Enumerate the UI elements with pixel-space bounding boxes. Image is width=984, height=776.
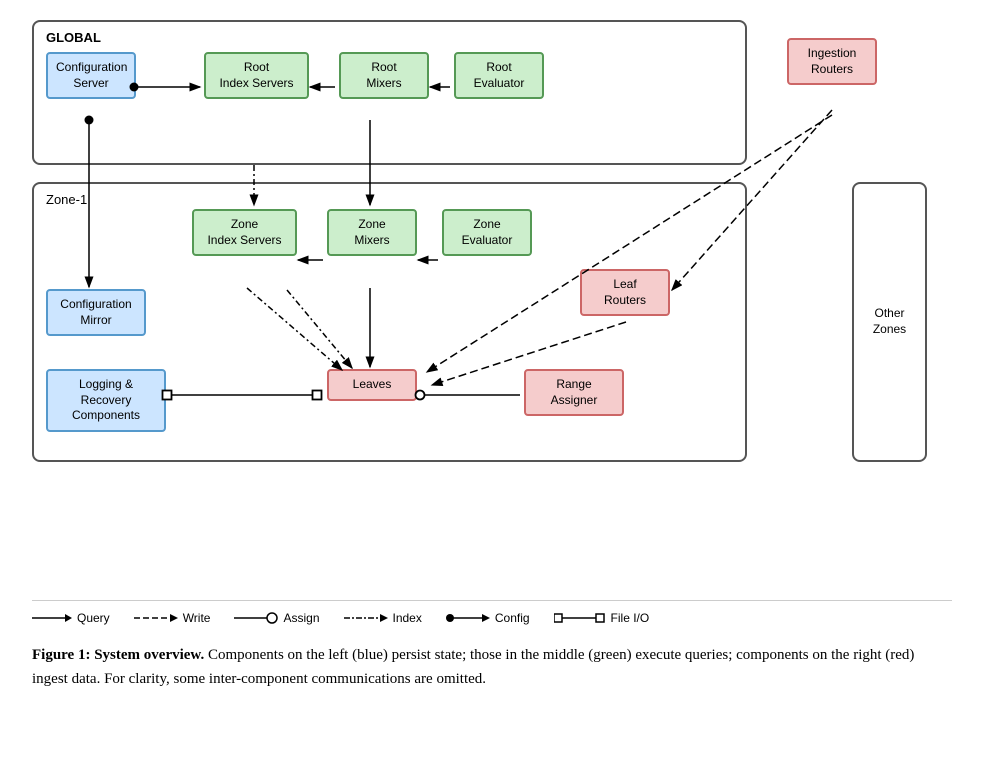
leaf-routers: Leaf Routers: [580, 269, 670, 316]
caption: Figure 1: System overview. Components on…: [32, 643, 952, 691]
global-box: GLOBAL Configuration Server Root Index S…: [32, 20, 747, 165]
legend: Query Write Assign Index: [32, 600, 952, 625]
config-mirror: Configuration Mirror: [46, 289, 146, 336]
zone-index-servers: Zone Index Servers: [192, 209, 297, 256]
legend-config: Config: [446, 611, 530, 625]
leaves: Leaves: [327, 369, 417, 401]
assign-arrow-icon: [234, 611, 278, 625]
root-index-servers: Root Index Servers: [204, 52, 309, 99]
legend-write: Write: [134, 611, 211, 625]
logging-recovery: Logging & Recovery Components: [46, 369, 166, 432]
root-mixers: Root Mixers: [339, 52, 429, 99]
zone-evaluator: Zone Evaluator: [442, 209, 532, 256]
zone1-box: Zone-1 Zone Index Servers Zone Mixers Zo…: [32, 182, 747, 462]
zone1-label: Zone-1: [46, 192, 733, 207]
index-label: Index: [393, 611, 422, 625]
caption-title: System overview.: [94, 647, 204, 663]
global-label: GLOBAL: [46, 30, 733, 45]
root-evaluator: Root Evaluator: [454, 52, 544, 99]
legend-assign: Assign: [234, 611, 319, 625]
config-label: Config: [495, 611, 530, 625]
zone-mixers: Zone Mixers: [327, 209, 417, 256]
legend-index: Index: [344, 611, 422, 625]
legend-query: Query: [32, 611, 110, 625]
legend-fileio: File I/O: [554, 611, 650, 625]
ingestion-routers: Ingestion Routers: [787, 38, 877, 85]
diagram-wrapper: GLOBAL Configuration Server Root Index S…: [32, 20, 952, 580]
write-arrow-icon: [134, 611, 178, 625]
fileio-arrow-icon: [554, 611, 606, 625]
range-assigner: Range Assigner: [524, 369, 624, 416]
write-label: Write: [183, 611, 211, 625]
figure-label: Figure 1:: [32, 647, 90, 663]
diagram-container: GLOBAL Configuration Server Root Index S…: [32, 20, 952, 691]
config-server: Configuration Server: [46, 52, 136, 99]
assign-label: Assign: [283, 611, 319, 625]
query-label: Query: [77, 611, 110, 625]
other-zones-box: Other Zones: [852, 182, 927, 462]
query-arrow-icon: [32, 611, 72, 625]
index-arrow-icon: [344, 611, 388, 625]
fileio-label: File I/O: [611, 611, 650, 625]
config-arrow-icon: [446, 611, 490, 625]
other-zones-label: Other Zones: [873, 306, 906, 337]
